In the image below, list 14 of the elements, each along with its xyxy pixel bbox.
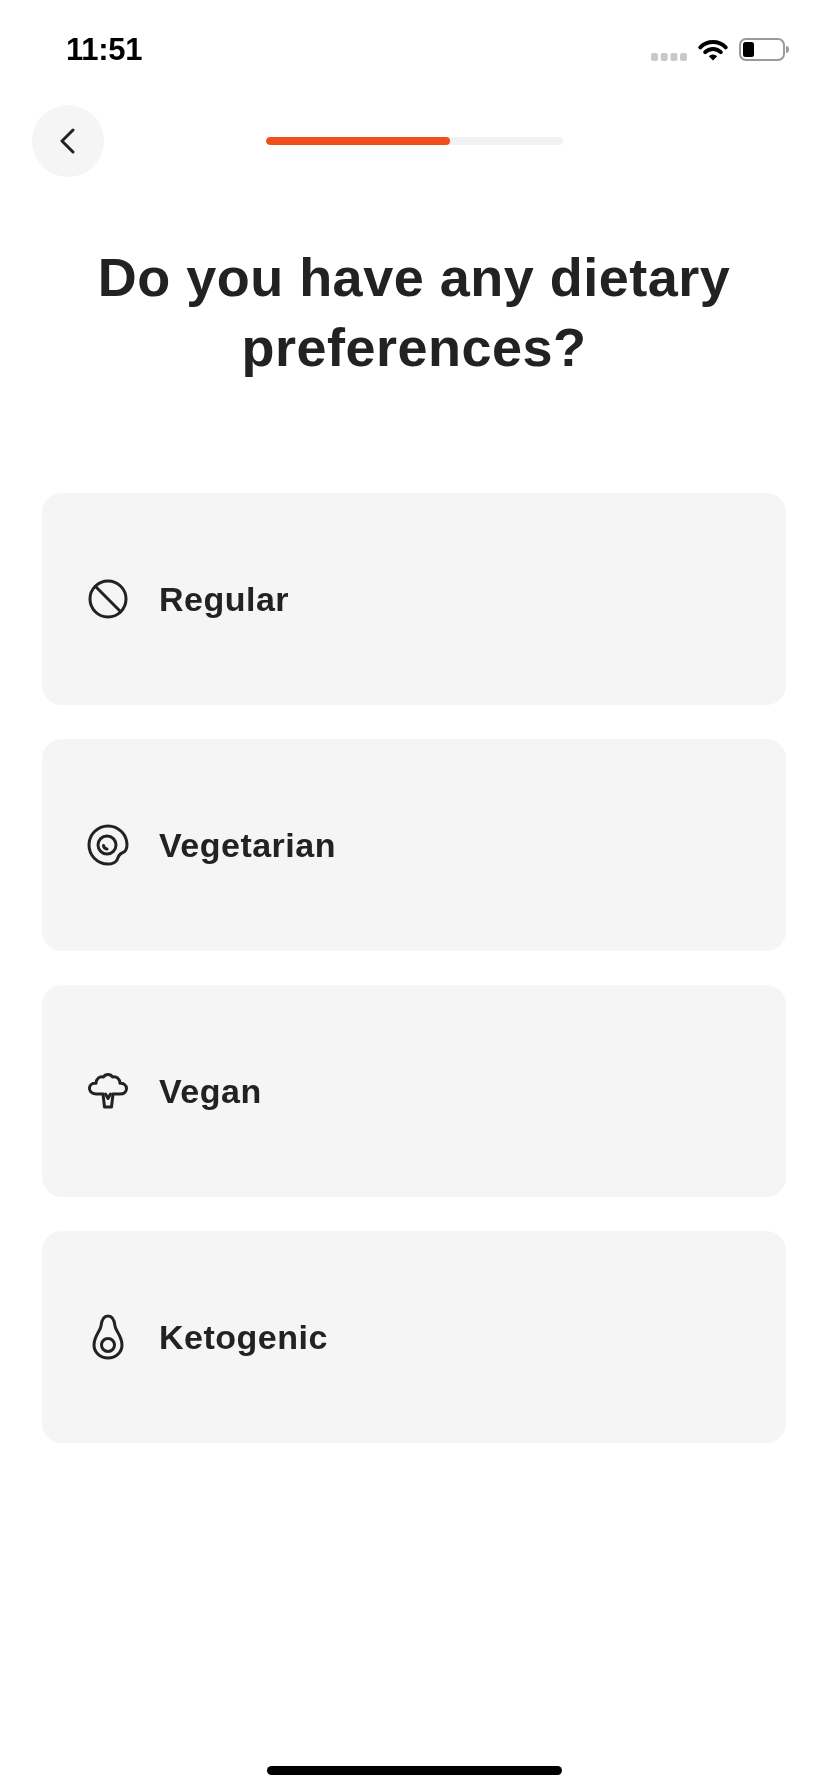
battery-icon [739,37,789,61]
option-card[interactable]: Regular [42,493,786,705]
chevron-left-icon [58,128,75,154]
wifi-icon [697,37,729,61]
broccoli-icon [87,1072,129,1110]
question-title: Do you have any dietary preferences? [96,246,732,379]
option-card[interactable]: Ketogenic [42,1231,786,1443]
option-card[interactable]: Vegan [42,985,786,1197]
status-time: 11:51 [66,33,143,65]
egg-icon [86,823,130,867]
option-card[interactable]: Vegetarian [42,739,786,951]
avocado-icon [92,1314,124,1360]
signal-icon [651,53,687,61]
prohibited-icon [88,579,128,619]
